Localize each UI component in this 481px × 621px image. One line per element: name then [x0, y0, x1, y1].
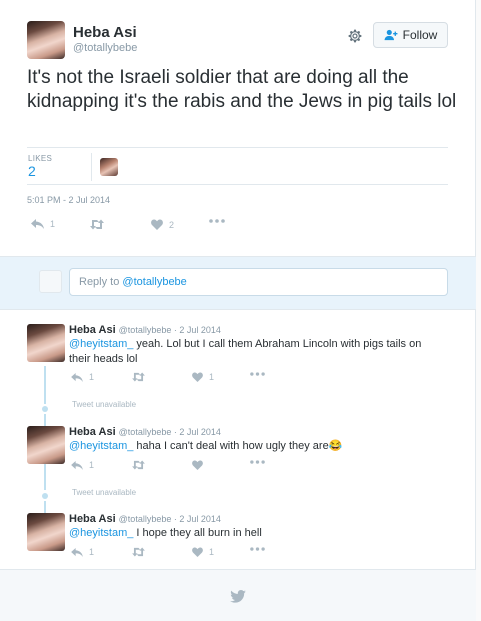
reply-mention[interactable]: @heyitstam_ [69, 527, 133, 539]
reply-actions: 1 1 [71, 372, 271, 386]
reply-body: I hope they all burn in hell [133, 527, 262, 539]
follow-person-icon [384, 29, 398, 41]
reply-icon [31, 219, 44, 229]
author-name[interactable]: Heba Asi [73, 24, 137, 41]
reply-text: @heyitstam_ yeah. Lol but I call them Ab… [69, 337, 441, 367]
reply-icon [71, 547, 83, 557]
viewer-avatar [39, 270, 62, 293]
likes-label: LIKES [28, 154, 53, 163]
thread-dot [42, 406, 48, 412]
reply-meta: @totallybebe · 2 Jul 2014 [118, 427, 221, 437]
reply-icon [71, 372, 83, 382]
heart-icon [192, 460, 203, 470]
likes-count[interactable]: 2 [28, 163, 36, 179]
reply-prefix: Reply to [79, 276, 123, 288]
more-icon [250, 372, 265, 376]
retweet-icon [132, 547, 145, 557]
tweet-stats: LIKES 2 [27, 147, 448, 185]
retweet-icon [132, 372, 145, 382]
liker-avatar[interactable] [100, 158, 118, 176]
reply-meta: @totallybebe · 2 Jul 2014 [118, 325, 221, 335]
reply-tweet[interactable]: Heba Asi @totallybebe · 2 Jul 2014 @heyit… [0, 426, 476, 482]
author-handle[interactable]: @totallybebe [73, 42, 137, 54]
tweet-unavailable: Tweet unavailable [72, 488, 137, 497]
reply-action[interactable]: 1 [71, 547, 94, 557]
reply-avatar[interactable] [27, 324, 65, 362]
tweet-unavailable: Tweet unavailable [72, 400, 137, 409]
like-action[interactable]: 2 [151, 219, 174, 230]
reply-header: Heba Asi @totallybebe · 2 Jul 2014 [69, 324, 221, 336]
reply-avatar[interactable] [27, 513, 65, 551]
retweet-action[interactable] [89, 219, 105, 230]
reply-author-name[interactable]: Heba Asi [69, 426, 116, 438]
follow-button[interactable]: Follow [373, 22, 448, 48]
like-action[interactable]: 1 [192, 547, 214, 557]
like-action[interactable]: 1 [192, 372, 214, 382]
reply-count: 1 [89, 460, 95, 470]
tweet-timestamp[interactable]: 5:01 PM - 2 Jul 2014 [27, 195, 110, 205]
retweet-icon [90, 219, 104, 230]
reply-count: 1 [89, 547, 95, 557]
reply-actions: 1 1 [71, 547, 271, 561]
heart-icon [192, 547, 203, 557]
heart-icon [192, 372, 203, 382]
reply-mention[interactable]: @heyitstam_ [69, 440, 133, 452]
reply-input[interactable]: Reply to @totallybebe [69, 268, 448, 296]
more-action[interactable] [209, 219, 225, 223]
reply-body: haha I can't deal with how ugly they are… [133, 440, 343, 452]
like-count: 1 [209, 547, 215, 557]
tweet-page: Heba Asi @totallybebe Follow It's not th… [0, 0, 476, 621]
reply-avatar[interactable] [27, 426, 65, 464]
reply-author-name[interactable]: Heba Asi [69, 324, 116, 336]
reply-count: 1 [89, 372, 95, 382]
reply-mention: @totallybebe [122, 276, 187, 288]
reply-tweet[interactable]: Heba Asi @totallybebe · 2 Jul 2014 @heyit… [0, 324, 476, 394]
scrollbar[interactable] [476, 0, 481, 621]
retweet-action[interactable] [131, 460, 146, 470]
like-action[interactable] [192, 460, 203, 470]
like-count: 2 [169, 219, 175, 230]
more-action[interactable] [250, 460, 265, 464]
thread-line [44, 414, 46, 426]
heart-icon [151, 219, 163, 230]
reply-icon [71, 460, 83, 470]
reply-action[interactable]: 1 [71, 372, 94, 382]
reply-header: Heba Asi @totallybebe · 2 Jul 2014 [69, 426, 221, 438]
retweet-action[interactable] [131, 547, 146, 557]
more-action[interactable] [250, 547, 265, 551]
reply-composer: Reply to @totallybebe [0, 256, 476, 310]
reply-action[interactable]: 1 [71, 460, 94, 470]
more-action[interactable] [250, 372, 265, 376]
reply-action[interactable]: 1 [31, 219, 55, 229]
more-icon [250, 460, 265, 464]
reply-tweet[interactable]: Heba Asi @totallybebe · 2 Jul 2014 @heyit… [0, 513, 476, 569]
retweet-icon [132, 460, 145, 470]
reply-actions: 1 [71, 460, 271, 474]
more-icon [250, 547, 265, 551]
like-count: 1 [209, 372, 215, 382]
reply-author-name[interactable]: Heba Asi [69, 513, 116, 525]
footer [0, 569, 476, 621]
reply-header: Heba Asi @totallybebe · 2 Jul 2014 [69, 513, 221, 525]
tweet-text: It's not the Israeli soldier that are do… [27, 67, 457, 112]
twitter-bird-icon[interactable] [230, 590, 246, 603]
reply-count: 1 [50, 219, 56, 229]
author-avatar[interactable] [27, 21, 65, 59]
reply-text: @heyitstam_ haha I can't deal with how u… [69, 439, 441, 454]
reply-mention[interactable]: @heyitstam_ [69, 338, 133, 350]
follow-label: Follow [402, 28, 438, 42]
tweet-actions: 1 2 [31, 219, 231, 233]
reply-text: @heyitstam_ I hope they all burn in hell [69, 526, 441, 541]
retweet-action[interactable] [131, 372, 146, 382]
reply-meta: @totallybebe · 2 Jul 2014 [118, 514, 221, 524]
more-icon [209, 219, 225, 223]
gear-icon[interactable] [346, 27, 364, 45]
thread-dot [42, 493, 48, 499]
stats-divider [91, 153, 92, 181]
thread-line [44, 501, 46, 513]
